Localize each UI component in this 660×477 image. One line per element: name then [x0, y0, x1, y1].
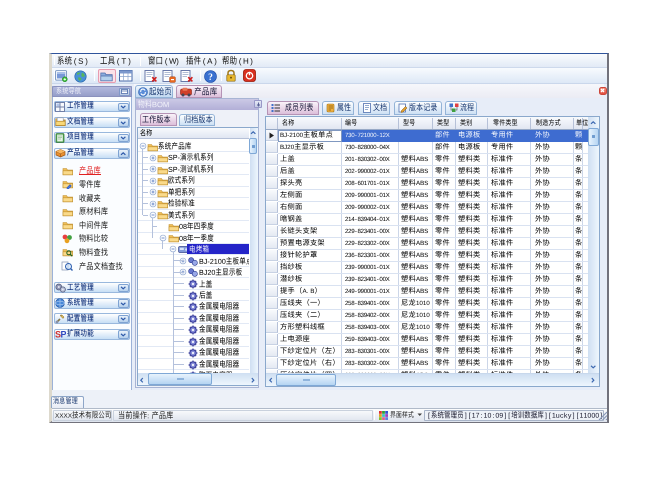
svg-text:?: ?	[208, 72, 213, 82]
svg-text:P: P	[61, 330, 67, 340]
